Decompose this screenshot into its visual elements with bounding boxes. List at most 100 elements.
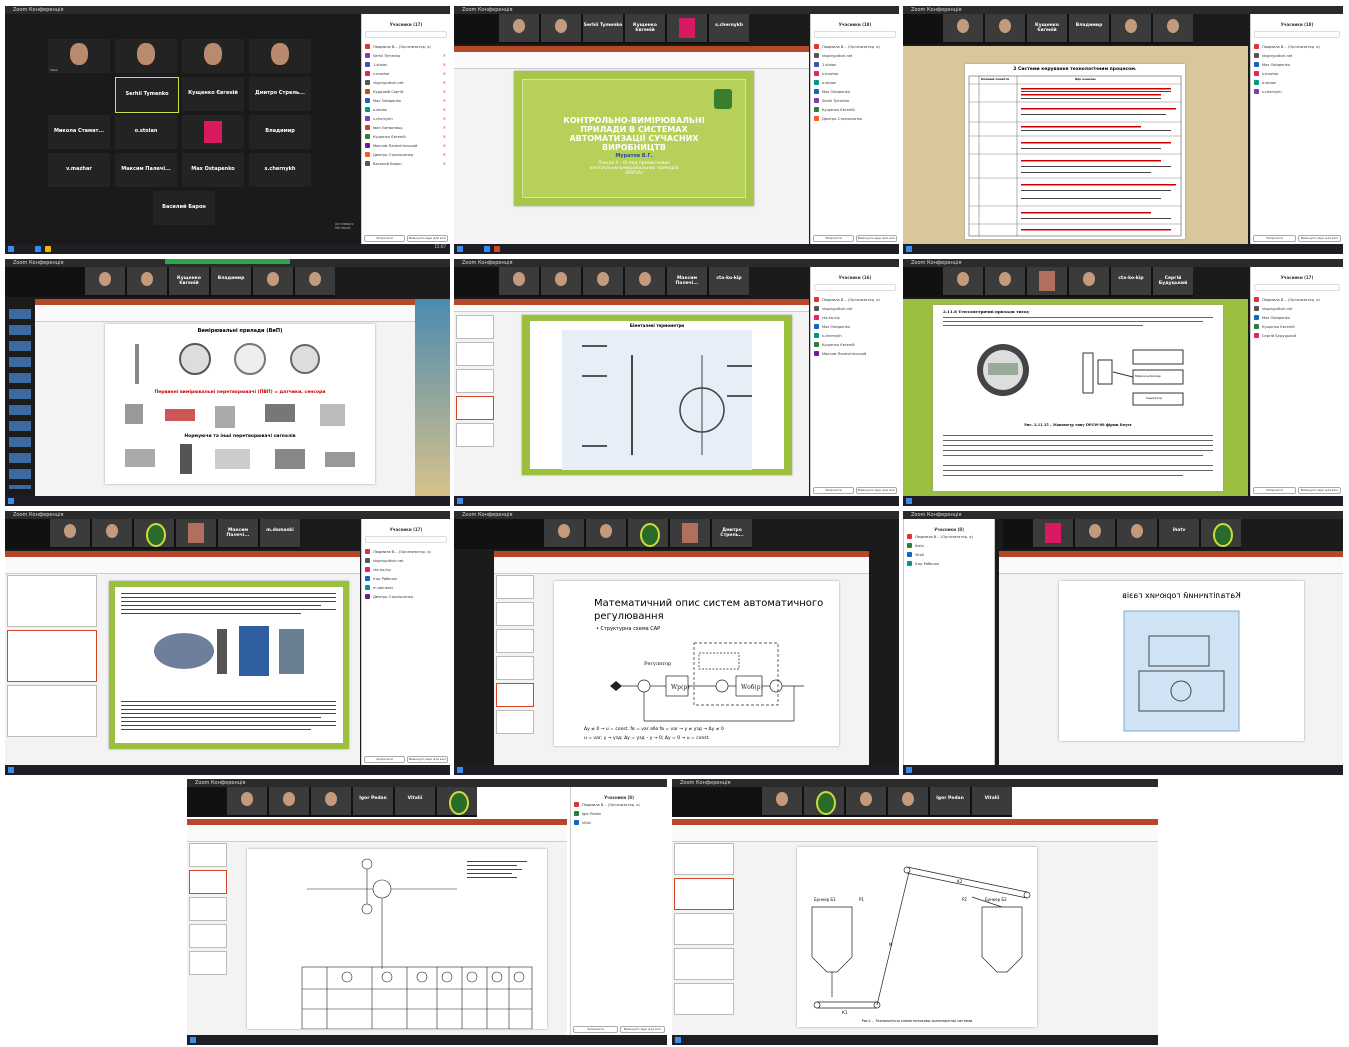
participant-row[interactable]: Людмила В... (Организатор, я)	[362, 547, 450, 556]
participant-row[interactable]: s.chernykh ✕	[362, 114, 450, 123]
video-thumb[interactable]: s.chernykh	[709, 14, 749, 42]
participant-row[interactable]: 1.stoian	[811, 60, 899, 69]
start-icon[interactable]	[906, 767, 912, 773]
participant-search[interactable]	[365, 536, 447, 543]
start-icon[interactable]	[8, 246, 14, 252]
participant-row[interactable]: s.chernykh	[811, 331, 899, 340]
ribbon[interactable]	[5, 551, 360, 574]
participant-search[interactable]	[1254, 284, 1340, 291]
participant-row[interactable]: Ігор Рибачок	[904, 559, 994, 568]
participant-row[interactable]: Кущенко Євгеній ✕	[362, 132, 450, 141]
video-thumb[interactable]: Кущенко Євгеній	[625, 14, 665, 42]
start-icon[interactable]	[8, 767, 14, 773]
powerpoint-icon[interactable]	[494, 246, 500, 252]
video-tile[interactable]: Микола Стамат...	[48, 115, 110, 149]
video-tile[interactable]: Кущенко Євгеній	[182, 77, 244, 111]
participant-row[interactable]: Сергій Будуцький	[1251, 331, 1343, 340]
participant-row[interactable]: Людмила В... (Организатор, я)	[811, 42, 899, 51]
slide-thumbnails[interactable]	[7, 575, 97, 757]
zoom-app-icon[interactable]	[35, 246, 41, 252]
mute-all-button[interactable]: Вимкнути звук для всіх	[856, 235, 897, 242]
start-icon[interactable]	[906, 498, 912, 504]
ribbon[interactable]	[454, 46, 809, 69]
participant-row[interactable]: Кущенко Євгеній	[1251, 322, 1343, 331]
participant-row[interactable]: Ігор Рибачок	[362, 574, 450, 583]
participant-row[interactable]: Дмитро Стрельченко	[362, 592, 450, 601]
participant-search[interactable]	[365, 31, 447, 38]
participant-search[interactable]	[814, 284, 896, 291]
video-tile[interactable]	[182, 39, 244, 73]
participant-row[interactable]: vkgorypdkuh.net	[1251, 51, 1343, 60]
video-thumb[interactable]	[667, 14, 707, 42]
participant-row[interactable]: Людмила В... (Организатор, я)	[811, 295, 899, 304]
video-tile[interactable]: Владимир	[249, 115, 311, 149]
participant-row[interactable]: Max Ostapenko	[1251, 60, 1343, 69]
participant-row[interactable]: Людмила В... (Организатор, я)	[362, 42, 450, 51]
participant-row[interactable]: vkgorypdkuh.net	[811, 304, 899, 313]
slide-thumbnails[interactable]	[496, 575, 534, 757]
start-icon[interactable]	[675, 1037, 681, 1043]
mute-all-button[interactable]: Вимкнути звук для всіх	[620, 1026, 665, 1033]
ribbon[interactable]	[999, 551, 1343, 574]
mute-all-button[interactable]: Вимкнути звук для всіх	[856, 487, 897, 494]
ribbon[interactable]	[672, 819, 1158, 842]
participant-row[interactable]: Serhii Tymenko	[811, 96, 899, 105]
invite-button[interactable]: Запросити	[364, 235, 405, 242]
participant-row[interactable]: m.damaski	[362, 583, 450, 592]
participant-row[interactable]: Max Ostapenko	[811, 87, 899, 96]
participant-row[interactable]: cta-ko-kip	[362, 565, 450, 574]
start-icon[interactable]	[457, 498, 463, 504]
participant-row[interactable]: Максим Палечігінський ✕	[362, 141, 450, 150]
participant-row[interactable]: v.mazhar	[811, 69, 899, 78]
participant-row[interactable]: vkgorypdkuh.net	[362, 556, 450, 565]
slide-thumbnails[interactable]	[456, 315, 494, 488]
slide-thumbnails[interactable]	[189, 843, 227, 1027]
participant-search[interactable]	[814, 31, 896, 38]
participant-row[interactable]: Кудрявій Сергій ✕	[362, 87, 450, 96]
participant-row[interactable]: Дмитро Стрельченко	[811, 114, 899, 123]
ribbon[interactable]	[454, 299, 809, 312]
participant-search[interactable]	[1254, 31, 1340, 38]
participant-row[interactable]: Кущенко Євгеній	[811, 340, 899, 349]
mute-all-button[interactable]: Вимкнути звук для всіх	[407, 756, 448, 763]
participant-row[interactable]: Іван Литвинець ✕	[362, 123, 450, 132]
ribbon[interactable]	[494, 551, 869, 574]
participant-row[interactable]: Людмила В... (Организатор, я)	[1251, 42, 1343, 51]
screen-share-bar[interactable]	[165, 259, 290, 264]
participant-row[interactable]: Max Ostapenko	[1251, 313, 1343, 322]
video-tile[interactable]	[249, 39, 311, 73]
participant-row[interactable]: Людмила В... (Организатор, я)	[571, 800, 667, 809]
video-tile[interactable]: Max Ostapenko	[182, 153, 244, 187]
browser-icon[interactable]	[45, 246, 51, 252]
video-tile-active-speaker[interactable]: Serhii Tymenko	[115, 77, 179, 113]
invite-button[interactable]: Запросити	[364, 756, 405, 763]
mute-all-button[interactable]: Вимкнути звук для всіх	[407, 235, 448, 242]
participant-row[interactable]: Дмитро Стрельченко ✕	[362, 150, 450, 159]
video-tile[interactable]: Vitali	[48, 39, 110, 73]
participant-row[interactable]: Людмила В... (Организатор, я)	[904, 532, 994, 541]
start-icon[interactable]	[457, 767, 463, 773]
video-tile[interactable]	[182, 115, 244, 149]
participant-row[interactable]: ihatv	[904, 541, 994, 550]
zoom-app-icon[interactable]	[484, 246, 490, 252]
participant-row[interactable]: Max Ostapenko ✕	[362, 96, 450, 105]
video-tile[interactable]	[115, 39, 177, 73]
participant-row[interactable]: Vitali	[571, 818, 667, 827]
participant-row[interactable]: v.mazhar ✕	[362, 69, 450, 78]
participant-row[interactable]: 1.stoian ✕	[362, 60, 450, 69]
ribbon[interactable]	[187, 819, 567, 842]
participant-row[interactable]: s.chernykh	[1251, 87, 1343, 96]
start-icon[interactable]	[190, 1037, 196, 1043]
video-thumb[interactable]: Serhii Tymenko	[583, 14, 623, 42]
invite-button[interactable]: Запросити	[1253, 487, 1296, 494]
participant-row[interactable]: Max Ostapenko	[811, 322, 899, 331]
participant-row[interactable]: vkgorypdkuh.net ✕	[362, 78, 450, 87]
invite-button[interactable]: Запросити	[573, 1026, 618, 1033]
participant-row[interactable]: Serhii Tymenko ✕	[362, 51, 450, 60]
invite-button[interactable]: Запросити	[813, 487, 854, 494]
video-tile[interactable]: Максим Палечі...	[115, 153, 177, 187]
participant-row[interactable]: Igor Pedan	[571, 809, 667, 818]
video-tile[interactable]: Дмитро Стрель...	[249, 77, 311, 111]
mute-all-button[interactable]: Вимкнути звук для всіх	[1298, 235, 1341, 242]
participant-row[interactable]: vkgorypdkuh.net	[811, 51, 899, 60]
